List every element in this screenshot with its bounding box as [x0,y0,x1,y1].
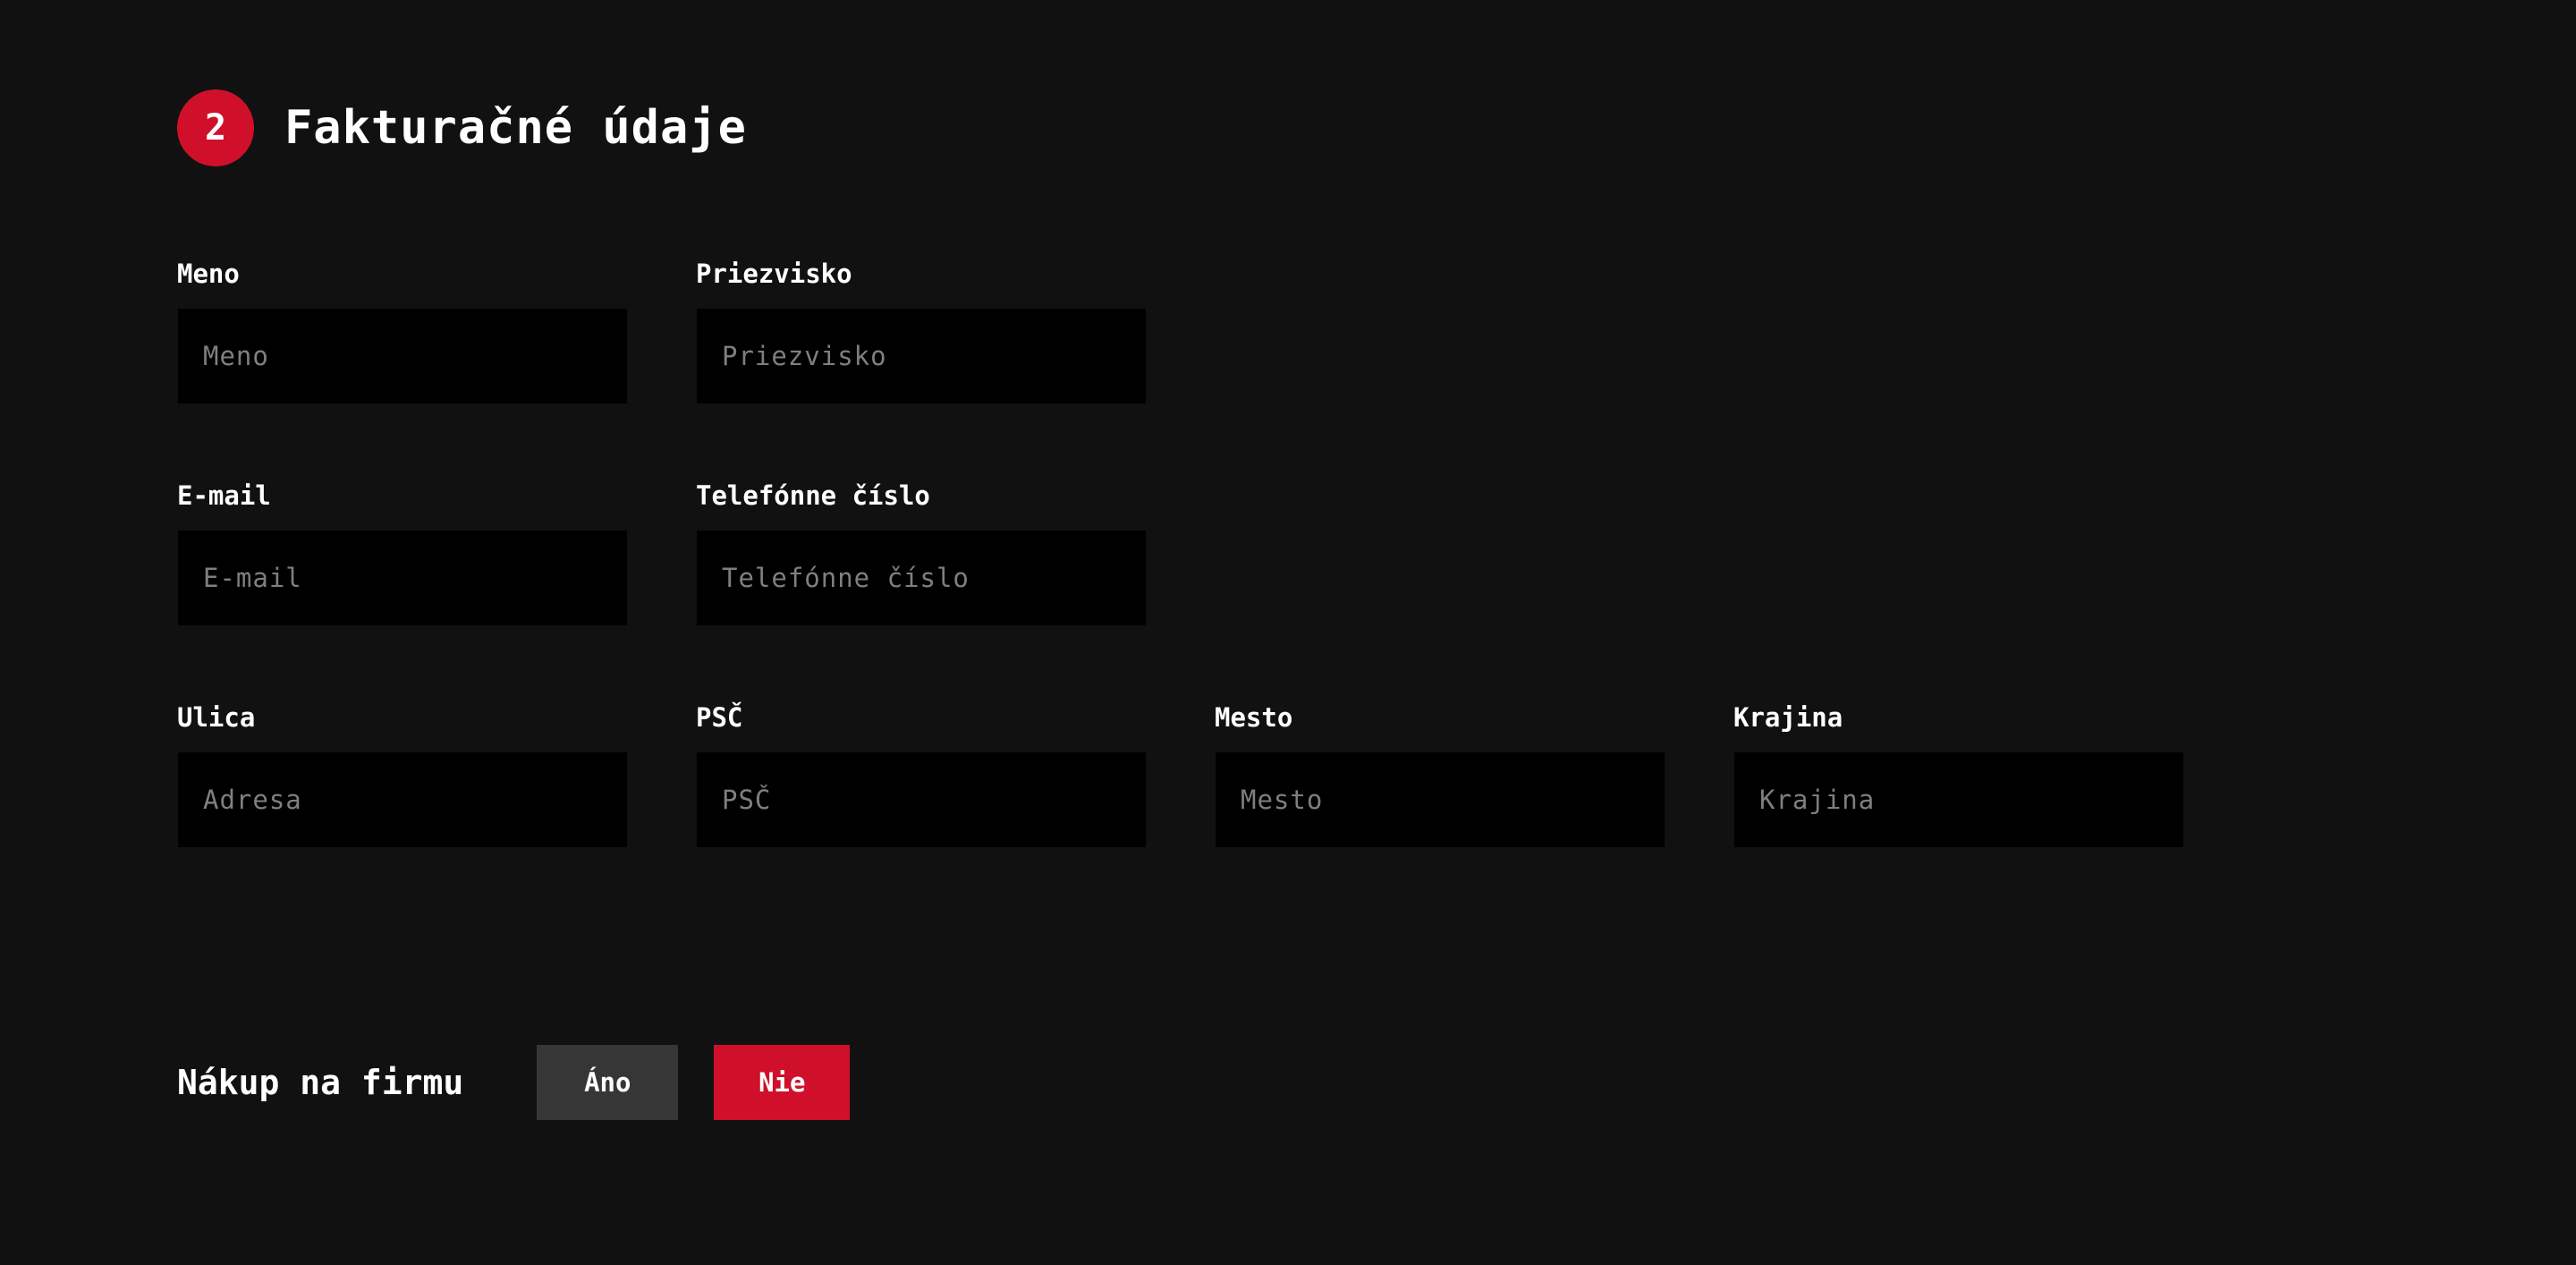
last-name-label: Priezvisko [696,259,852,289]
phone-input[interactable] [697,531,1146,625]
country-input[interactable] [1734,752,2183,847]
country-field: Krajina [1733,702,2184,847]
company-purchase-row: Nákup na firmu Áno Nie [177,1045,851,1120]
email-field: E-mail [177,480,628,625]
email-label: E-mail [177,480,271,511]
step-number-badge: 2 [177,89,254,166]
phone-label: Telefónne číslo [696,480,930,511]
phone-field: Telefónne číslo [696,480,1147,625]
street-label: Ulica [177,702,256,733]
first-name-field: Meno [177,259,628,403]
city-field: Mesto [1215,702,1665,847]
city-input[interactable] [1216,752,1665,847]
last-name-field: Priezvisko [696,259,1147,403]
first-name-label: Meno [177,259,240,289]
street-field: Ulica [177,702,628,847]
zip-field: PSČ [696,702,1147,847]
city-label: Mesto [1215,702,1293,733]
company-purchase-no-button[interactable]: Nie [714,1045,851,1120]
email-input[interactable] [178,531,627,625]
zip-label: PSČ [696,702,743,733]
section-title: Fakturačné údaje [284,101,747,155]
billing-form-page: 2 Fakturačné údaje Meno Priezvisko E-mai… [0,0,2576,1265]
company-purchase-label: Nákup na firmu [177,1063,464,1102]
street-input[interactable] [178,752,627,847]
first-name-input[interactable] [178,309,627,403]
zip-input[interactable] [697,752,1146,847]
company-purchase-yes-button[interactable]: Áno [537,1045,679,1120]
country-label: Krajina [1733,702,1843,733]
section-header: 2 Fakturačné údaje [177,89,747,166]
last-name-input[interactable] [697,309,1146,403]
